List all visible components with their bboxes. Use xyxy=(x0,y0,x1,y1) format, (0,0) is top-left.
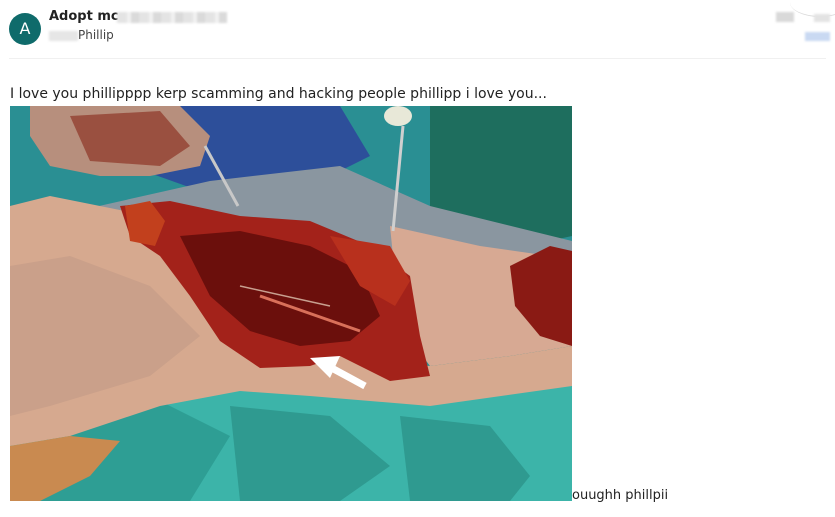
message-body-text: I love you phillipppp kerp scamming and … xyxy=(10,86,547,102)
photo-caption: ouughh phillpii xyxy=(572,488,669,503)
redacted-recipient-prefix xyxy=(49,31,78,41)
header-divider xyxy=(9,58,826,59)
email-header: A Adopt mc Phillip xyxy=(0,0,835,58)
surgical-photo-image xyxy=(10,106,572,501)
redacted-link[interactable] xyxy=(805,32,830,41)
redacted-sender-email xyxy=(117,12,227,23)
attached-photo[interactable] xyxy=(10,106,572,501)
redacted-timestamp xyxy=(776,12,794,22)
recipient-name[interactable]: Phillip xyxy=(78,28,114,42)
sender-avatar[interactable]: A xyxy=(9,13,41,45)
redacted-action xyxy=(814,14,830,22)
sender-name[interactable]: Adopt mc xyxy=(49,9,119,24)
